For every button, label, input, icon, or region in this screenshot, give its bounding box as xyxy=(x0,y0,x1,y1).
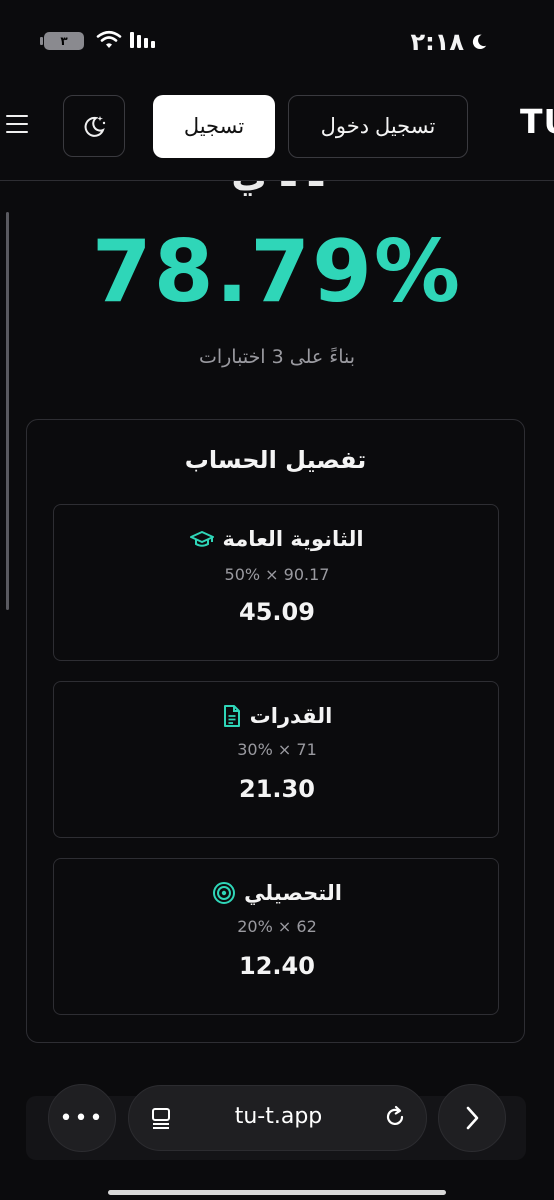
graduation-cap-icon xyxy=(190,531,215,547)
header-divider xyxy=(0,180,554,181)
browser-address-bar[interactable]: tu-t.app xyxy=(128,1085,427,1151)
status-clock: ٢:١٨ xyxy=(410,28,488,56)
status-time: ٢:١٨ xyxy=(410,28,464,56)
menu-icon[interactable] xyxy=(6,115,28,139)
breakdown-card-achievement: التحصيلي 20% × 62 12.40 xyxy=(53,858,499,1015)
card-label: القدرات xyxy=(249,704,333,728)
card-formula: 20% × 62 xyxy=(237,917,317,936)
chevron-right-icon xyxy=(466,1106,479,1130)
result-basis-text: بناءً على 3 اختبارات xyxy=(198,346,356,368)
result-percentage: 78.79% xyxy=(91,222,463,322)
browser-forward-button[interactable] xyxy=(438,1084,506,1152)
moon-stars-icon xyxy=(84,116,106,137)
more-dots: ••• xyxy=(59,1105,105,1131)
status-bar: ٣ ٢:١٨ xyxy=(0,0,554,84)
login-button[interactable]: تسجيل دخول xyxy=(288,95,468,158)
moon-icon xyxy=(472,34,487,50)
card-header: التحصيلي xyxy=(54,881,500,905)
card-formula: 50% × 90.17 xyxy=(224,565,330,584)
card-label: التحصيلي xyxy=(244,881,342,905)
card-value: 12.40 xyxy=(239,952,315,980)
screen: ٣ ٢:١٨ ـ ـ ي تسجيل تسجيل دخول TU xyxy=(0,0,554,1200)
card-label: الثانوية العامة xyxy=(222,527,364,551)
signup-button[interactable]: تسجيل xyxy=(153,95,275,158)
document-icon xyxy=(223,705,240,727)
card-value: 21.30 xyxy=(239,775,315,803)
wifi-icon xyxy=(96,30,122,48)
breakdown-title: تفصيل الحساب xyxy=(184,446,367,474)
home-indicator[interactable] xyxy=(108,1190,446,1195)
card-header: الثانوية العامة xyxy=(54,527,500,551)
battery-level: ٣ xyxy=(60,34,68,48)
browser-more-button[interactable]: ••• xyxy=(48,1084,116,1152)
site-logo[interactable]: TU xyxy=(520,102,554,141)
card-header: القدرات xyxy=(54,704,500,728)
reload-icon[interactable] xyxy=(382,1104,408,1130)
cellular-signal-icon xyxy=(130,32,155,48)
target-icon xyxy=(213,882,236,904)
battery-icon: ٣ xyxy=(40,32,84,50)
breakdown-card-high-school: الثانوية العامة 50% × 90.17 45.09 xyxy=(53,504,499,661)
theme-toggle-button[interactable] xyxy=(63,95,125,157)
card-value: 45.09 xyxy=(239,598,315,626)
card-formula: 30% × 71 xyxy=(237,740,317,759)
breakdown-card-aptitude: القدرات 30% × 71 21.30 xyxy=(53,681,499,838)
